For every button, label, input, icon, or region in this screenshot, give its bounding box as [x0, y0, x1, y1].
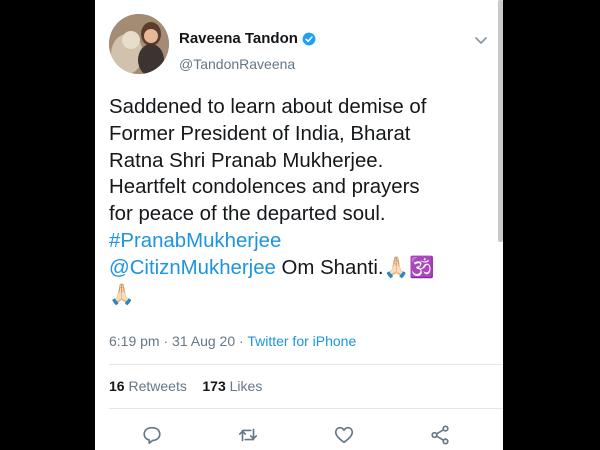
- divider: [109, 364, 503, 365]
- tweet-time: 6:19 pm: [109, 333, 160, 349]
- like-icon[interactable]: [333, 424, 355, 446]
- retweet-icon[interactable]: [237, 424, 259, 446]
- retweets-stat[interactable]: 16 Retweets: [109, 378, 187, 394]
- tweet-source-link[interactable]: Twitter for iPhone: [247, 333, 356, 349]
- user-handle[interactable]: @TandonRaveena: [179, 56, 295, 72]
- likes-label: Likes: [229, 378, 263, 394]
- hashtag-link[interactable]: #PranabMukherjee: [109, 230, 281, 252]
- tweet-actions: [109, 424, 483, 446]
- tweet-date[interactable]: 31 Aug 20: [172, 333, 235, 349]
- tweet-stats: 16 Retweets 173 Likes: [109, 378, 262, 394]
- reply-icon[interactable]: [141, 424, 163, 446]
- tweet-body: Saddened to learn about demise of Former…: [109, 96, 427, 226]
- display-name[interactable]: Raveena Tandon: [179, 30, 298, 47]
- avatar-photo-icon: [109, 14, 169, 74]
- avatar[interactable]: [109, 14, 169, 74]
- scrollbar[interactable]: [498, 0, 503, 242]
- verified-badge-icon: [302, 32, 316, 45]
- meta-separator: ·: [159, 333, 173, 349]
- emoji-folded-hands-om: 🙏🏻🕉️: [383, 256, 435, 279]
- mention-link[interactable]: @CitiznMukherjee: [109, 257, 276, 279]
- share-icon[interactable]: [429, 424, 451, 446]
- tweet-text-tail: Om Shanti.: [275, 256, 384, 279]
- retweets-label: Retweets: [128, 378, 187, 394]
- tweet-header: Raveena Tandon @TandonRaveena: [109, 14, 493, 84]
- tweet-card: Raveena Tandon @TandonRaveena Saddened t…: [95, 0, 503, 450]
- meta-separator: ·: [235, 333, 248, 349]
- tweet-text: Saddened to learn about demise of Former…: [109, 94, 497, 308]
- emoji-folded-hands: 🙏🏻: [109, 283, 135, 306]
- screenshot-frame: Raveena Tandon @TandonRaveena Saddened t…: [0, 0, 600, 450]
- divider: [109, 408, 503, 409]
- tweet-meta: 6:19 pm · 31 Aug 20 · Twitter for iPhone: [109, 333, 356, 349]
- chevron-down-icon[interactable]: [473, 32, 489, 48]
- likes-stat[interactable]: 173 Likes: [202, 378, 262, 394]
- retweets-count: 16: [109, 378, 125, 394]
- likes-count: 173: [202, 378, 226, 394]
- name-row: Raveena Tandon: [179, 30, 316, 47]
